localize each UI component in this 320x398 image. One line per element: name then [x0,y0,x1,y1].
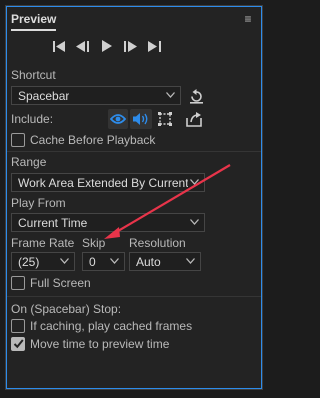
panel-menu-icon[interactable]: ≡ [242,13,254,25]
move-time-checkbox[interactable] [11,337,25,351]
layer-controls-icon [186,112,202,127]
chevron-down-icon [166,92,175,98]
full-screen-checkbox[interactable] [11,276,25,290]
include-layer-controls-toggle[interactable] [184,109,204,129]
checkmark-icon [13,339,24,349]
frame-rate-dropdown[interactable]: (25) [11,252,75,271]
range-label: Range [11,155,47,169]
frame-rate-label: Frame Rate [11,236,75,250]
play-from-label: Play From [11,196,66,210]
range-value: Work Area Extended By Current ... [18,176,188,190]
step-forward-icon [123,40,137,52]
cache-before-playback-checkbox[interactable] [11,133,25,147]
play-button[interactable] [101,39,113,53]
frame-rate-value: (25) [18,255,40,269]
audio-speaker-icon [133,113,148,125]
cache-before-playback-label[interactable]: Cache Before Playback [30,133,155,147]
play-cached-frames-checkbox[interactable] [11,319,25,333]
include-overlays-toggle[interactable] [155,109,175,129]
step-back-button[interactable] [75,39,89,53]
resolution-dropdown[interactable]: Auto [129,252,201,271]
chevron-down-icon [186,258,195,264]
play-icon [102,40,112,52]
shortcut-dropdown[interactable]: Spacebar [11,86,181,105]
divider [7,151,261,152]
divider [7,296,261,297]
panel-title-underline [11,29,56,31]
reset-shortcut-button[interactable] [187,87,205,105]
resolution-label: Resolution [129,236,186,250]
resolution-value: Auto [136,255,161,269]
full-screen-label[interactable]: Full Screen [30,276,91,290]
overlays-icon [158,112,172,126]
play-cached-frames-label[interactable]: If caching, play cached frames [30,319,192,333]
video-eye-icon [110,114,126,124]
skip-value: 0 [89,255,96,269]
skip-label: Skip [82,236,106,250]
include-video-toggle[interactable] [108,109,128,129]
play-from-value: Current Time [18,216,88,230]
go-to-first-frame-icon [52,40,65,52]
skip-dropdown[interactable]: 0 [82,252,125,271]
go-to-last-frame-button[interactable] [147,39,161,53]
chevron-down-icon [60,258,69,264]
on-stop-label: On (Spacebar) Stop: [11,302,122,316]
go-to-last-frame-icon [147,40,161,52]
go-to-first-frame-button[interactable] [52,39,66,53]
range-dropdown[interactable]: Work Area Extended By Current ... [11,173,205,192]
chevron-down-icon [190,219,199,225]
panel-title[interactable]: Preview [11,12,56,26]
reset-icon [189,88,203,104]
shortcut-label: Shortcut [11,68,56,82]
chevron-down-icon [190,179,199,185]
include-audio-toggle[interactable] [130,109,152,129]
shortcut-value: Spacebar [18,89,70,103]
move-time-label[interactable]: Move time to preview time [30,337,169,351]
step-back-icon [75,40,89,52]
chevron-down-icon [110,258,119,264]
include-label: Include: [11,112,54,126]
step-forward-button[interactable] [123,39,137,53]
play-from-dropdown[interactable]: Current Time [11,213,205,232]
